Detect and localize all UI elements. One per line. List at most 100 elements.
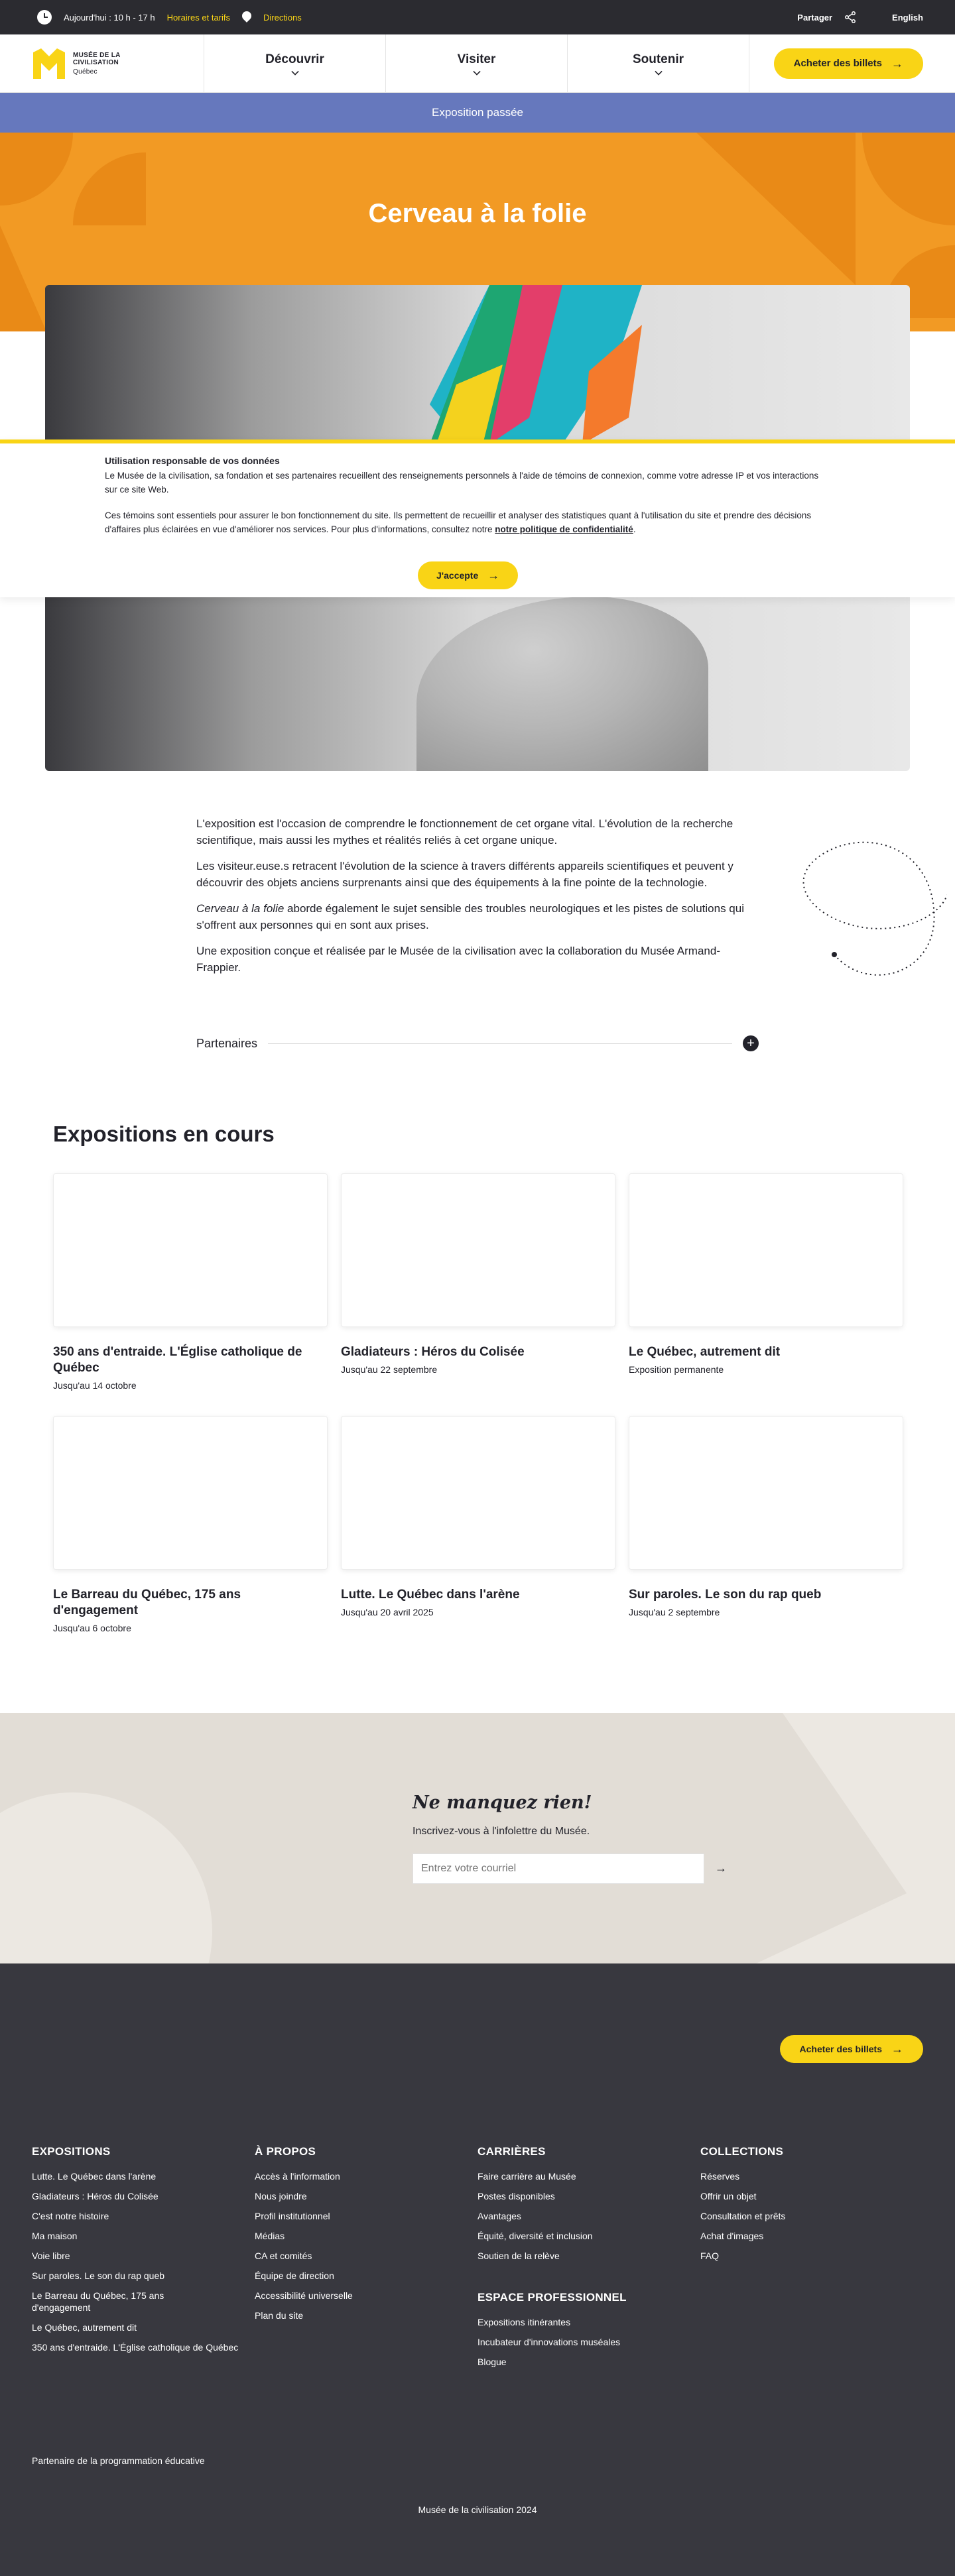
footer-link[interactable]: Postes disponibles	[478, 2190, 676, 2202]
chevron-down-icon	[472, 67, 481, 76]
footer-link[interactable]: Achat d'images	[700, 2230, 899, 2242]
footer-link[interactable]: Équipe de direction	[255, 2270, 454, 2282]
buy-tickets-label: Acheter des billets	[793, 58, 882, 69]
utility-bar: Aujourd'hui : 10 h - 17 h Horaires et ta…	[0, 0, 955, 34]
nav-soutenir[interactable]: Soutenir	[568, 34, 749, 92]
arrow-right-icon[interactable]: →	[715, 1861, 727, 1875]
footer-link[interactable]: Nous joindre	[255, 2190, 454, 2202]
footer-link[interactable]: Expositions itinérantes	[478, 2316, 676, 2328]
exhibition-card-title[interactable]: Sur paroles. Le son du rap queb	[629, 1587, 903, 1603]
accept-cookies-label: J'accepte	[436, 570, 479, 581]
footer-link[interactable]: Avantages	[478, 2210, 676, 2222]
utility-right: Partager English	[797, 11, 923, 23]
past-exhibition-banner: Exposition passée	[0, 93, 955, 133]
footer-link[interactable]: Équité, diversité et inclusion	[478, 2230, 676, 2242]
hours-link[interactable]: Horaires et tarifs	[167, 13, 230, 23]
footer-column-carrieres: CARRIÈRES Faire carrière au Musée Postes…	[478, 2145, 676, 2376]
footer-buy-tickets-label: Acheter des billets	[799, 2044, 883, 2054]
footer-link[interactable]: Offrir un objet	[700, 2190, 899, 2202]
footer-link[interactable]: Consultation et prêts	[700, 2210, 899, 2222]
description-paragraph: Une exposition conçue et réalisée par le…	[196, 945, 720, 974]
footer-link[interactable]: Blogue	[478, 2356, 676, 2368]
chevron-down-icon	[290, 67, 299, 76]
footer-link[interactable]: Médias	[255, 2230, 454, 2242]
exhibition-card-title[interactable]: Le Québec, autrement dit	[629, 1344, 903, 1360]
site-footer: Acheter des billets → EXPOSITIONS Lutte.…	[0, 1963, 955, 2576]
copyright: Musée de la civilisation 2024	[418, 2504, 537, 2515]
footer-link[interactable]: Profil institutionnel	[255, 2210, 454, 2222]
footer-column-collections: COLLECTIONS Réserves Offrir un objet Con…	[700, 2145, 899, 2270]
footer-link[interactable]: Plan du site	[255, 2310, 454, 2321]
utility-left: Aujourd'hui : 10 h - 17 h Horaires et ta…	[37, 10, 302, 25]
footer-link[interactable]: Lutte. Le Québec dans l'arène	[32, 2170, 231, 2182]
plus-icon[interactable]: +	[743, 1035, 759, 1051]
description-paragraph: L'exposition est l'occasion de comprendr…	[196, 817, 733, 847]
language-switch[interactable]: English	[892, 13, 923, 23]
footer-link[interactable]: Sur paroles. Le son du rap queb	[32, 2270, 231, 2282]
arrow-right-icon: →	[891, 2042, 903, 2056]
footer-link[interactable]: Accessibilité universelle	[255, 2290, 454, 2302]
partners-accordion[interactable]: Partenaires +	[196, 1035, 759, 1051]
page-title: Cerveau à la folie	[368, 199, 587, 228]
exhibition-card-date: Jusqu'au 14 octobre	[53, 1380, 137, 1391]
hero-decoration	[0, 133, 73, 205]
directions-link[interactable]: Directions	[263, 13, 302, 23]
footer-buy-tickets-button[interactable]: Acheter des billets →	[779, 2035, 923, 2063]
share-icon[interactable]	[844, 11, 856, 23]
footer-column-title: ESPACE PROFESSIONNEL	[478, 2291, 627, 2304]
footer-link[interactable]: Soutien de la relève	[478, 2250, 676, 2262]
exhibition-card-title[interactable]: Lutte. Le Québec dans l'arène	[341, 1587, 615, 1603]
cookie-text-1: Le Musée de la civilisation, sa fondatio…	[105, 471, 819, 495]
exhibition-card[interactable]: 350 ans d'entraide. L'Église catholique …	[53, 1173, 328, 1391]
cookie-banner: Utilisation responsable de vos données L…	[0, 439, 955, 597]
exhibition-thumbnail[interactable]	[53, 1416, 328, 1570]
exhibition-card[interactable]: Lutte. Le Québec dans l'arène Jusqu'au 2…	[341, 1416, 615, 1617]
buy-tickets-button[interactable]: Acheter des billets →	[773, 48, 923, 79]
logo-line2: CIVILISATION	[73, 58, 119, 66]
nav-visiter[interactable]: Visiter	[386, 34, 568, 92]
footer-link[interactable]: Ma maison	[32, 2230, 231, 2242]
exhibition-thumbnail[interactable]	[629, 1173, 903, 1327]
chevron-down-icon	[654, 67, 663, 76]
footer-column-title: EXPOSITIONS	[32, 2145, 111, 2158]
footer-link[interactable]: CA et comités	[255, 2250, 454, 2262]
exhibition-card[interactable]: Le Barreau du Québec, 175 ans d'engageme…	[53, 1416, 328, 1633]
partners-label: Partenaires	[196, 1036, 258, 1050]
footer-link[interactable]: 350 ans d'entraide. L'Église catholique …	[32, 2341, 244, 2353]
exhibition-thumbnail[interactable]	[341, 1416, 615, 1570]
logo-mark-icon	[33, 48, 65, 79]
exhibition-card-title[interactable]: Le Barreau du Québec, 175 ans d'engageme…	[53, 1587, 328, 1619]
exhibition-card[interactable]: Sur paroles. Le son du rap queb Jusqu'au…	[629, 1416, 903, 1617]
dotted-loop-decoration	[802, 841, 947, 976]
site-logo[interactable]: MUSÉE DE LA CIVILISATION Québec	[0, 34, 204, 92]
newsletter-decoration	[0, 1792, 212, 1963]
footer-column-expositions: EXPOSITIONS Lutte. Le Québec dans l'arèn…	[32, 2145, 238, 2361]
footer-link[interactable]: Le Québec, autrement dit	[32, 2321, 231, 2333]
exhibition-card[interactable]: Gladiateurs : Héros du Colisée Jusqu'au …	[341, 1173, 615, 1375]
footer-link[interactable]: C'est notre histoire	[32, 2210, 231, 2222]
exhibition-thumbnail[interactable]	[629, 1416, 903, 1570]
footer-link[interactable]: Réserves	[700, 2170, 899, 2182]
current-exhibitions-title: Expositions en cours	[53, 1122, 275, 1146]
newsletter-email-input[interactable]	[413, 1853, 704, 1884]
exhibition-thumbnail[interactable]	[53, 1173, 328, 1327]
privacy-policy-link[interactable]: notre politique de confidentialité	[495, 524, 633, 534]
exhibition-thumbnail[interactable]	[341, 1173, 615, 1327]
exhibition-card-title[interactable]: Gladiateurs : Héros du Colisée	[341, 1344, 615, 1360]
arrow-right-icon: →	[487, 569, 500, 582]
footer-link[interactable]: Accès à l'information	[255, 2170, 454, 2182]
footer-column-title: CARRIÈRES	[478, 2145, 546, 2158]
share-label[interactable]: Partager	[797, 13, 832, 23]
exhibition-card-title[interactable]: 350 ans d'entraide. L'Église catholique …	[53, 1344, 328, 1376]
footer-link[interactable]: Gladiateurs : Héros du Colisée	[32, 2190, 231, 2202]
accept-cookies-button[interactable]: J'accepte →	[418, 561, 519, 589]
footer-link[interactable]: Incubateur d'innovations muséales	[478, 2336, 676, 2348]
footer-link[interactable]: FAQ	[700, 2250, 899, 2262]
footer-link[interactable]: Faire carrière au Musée	[478, 2170, 676, 2182]
footer-link[interactable]: Voie libre	[32, 2250, 231, 2262]
nav-visiter-label: Visiter	[457, 52, 496, 66]
exhibition-card[interactable]: Le Québec, autrement dit Exposition perm…	[629, 1173, 903, 1375]
footer-link[interactable]: Le Barreau du Québec, 175 ans d'engageme…	[32, 2290, 191, 2313]
nav-decouvrir[interactable]: Découvrir	[204, 34, 386, 92]
past-exhibition-label: Exposition passée	[432, 106, 523, 119]
